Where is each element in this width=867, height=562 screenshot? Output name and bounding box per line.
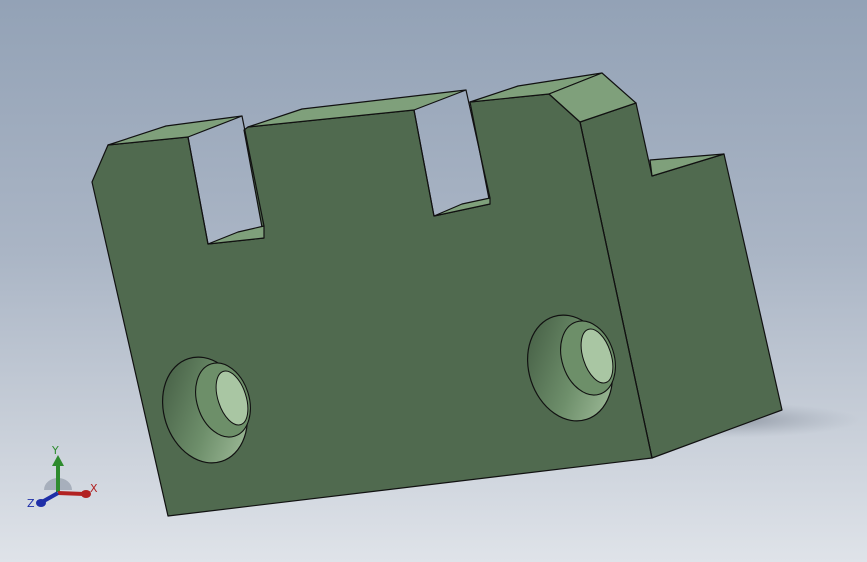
x-axis-label: X — [90, 482, 98, 495]
graphics-viewport[interactable]: Y X Z — [0, 0, 867, 562]
3d-model-view[interactable] — [0, 0, 867, 562]
reference-triad: Y X Z — [27, 444, 98, 510]
z-axis-label: Z — [27, 497, 35, 510]
y-axis-label: Y — [51, 444, 59, 457]
z-axis-cap — [36, 499, 46, 507]
front-face[interactable] — [91, 93, 653, 517]
x-axis-line — [57, 491, 85, 496]
